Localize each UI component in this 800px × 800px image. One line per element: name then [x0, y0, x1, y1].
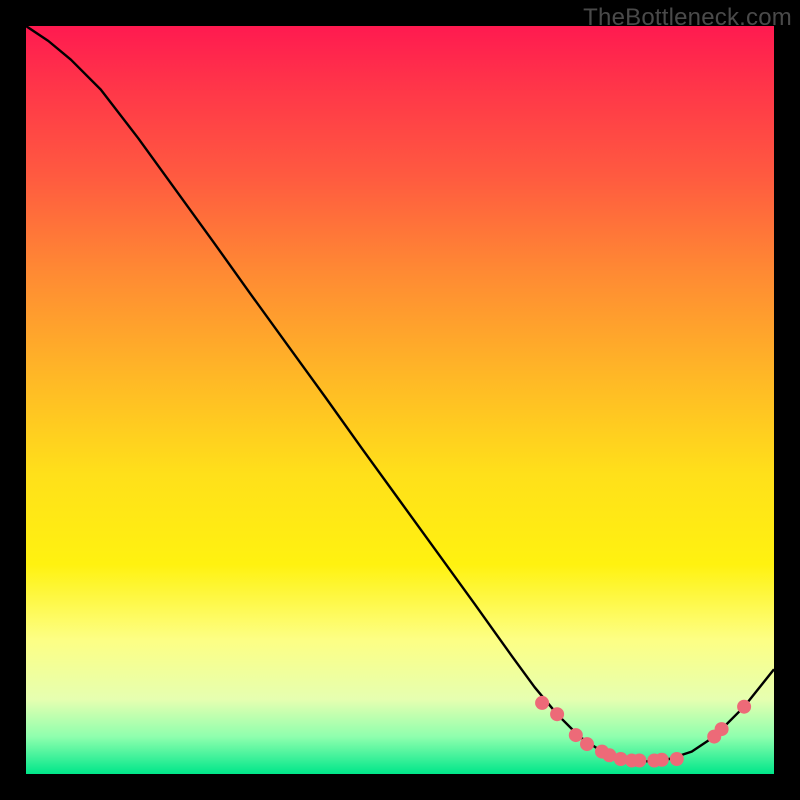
chart-canvas	[26, 26, 774, 774]
data-point	[569, 728, 583, 742]
bottleneck-curve	[26, 26, 774, 761]
data-points-group	[535, 696, 751, 768]
data-point	[580, 737, 594, 751]
data-point	[632, 754, 646, 768]
data-point	[550, 707, 564, 721]
data-point	[715, 722, 729, 736]
data-point	[535, 696, 549, 710]
data-point	[670, 752, 684, 766]
chart-svg	[26, 26, 774, 774]
watermark-text: TheBottleneck.com	[583, 4, 792, 32]
data-point	[737, 700, 751, 714]
data-point	[655, 753, 669, 767]
